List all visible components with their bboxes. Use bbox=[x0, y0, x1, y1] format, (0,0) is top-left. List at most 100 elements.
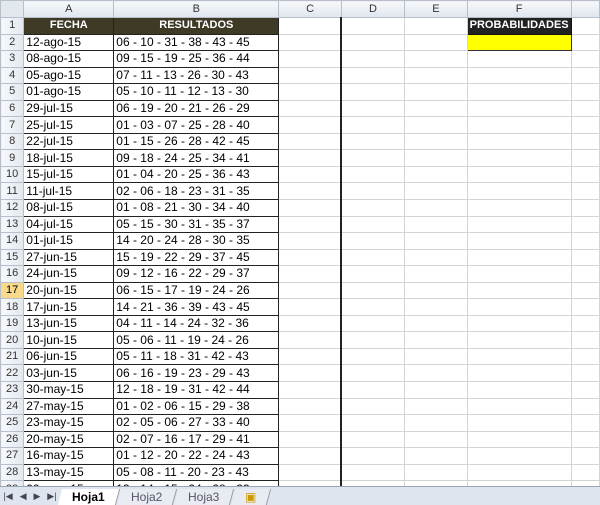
cell[interactable] bbox=[404, 116, 468, 134]
row-header[interactable]: 4 bbox=[0, 66, 25, 85]
fecha-cell[interactable]: 24-jun-15 bbox=[23, 265, 115, 283]
cell[interactable] bbox=[570, 248, 600, 267]
row-header[interactable]: 12 bbox=[0, 199, 25, 217]
fecha-cell[interactable]: 15-jul-15 bbox=[23, 165, 115, 184]
fecha-cell[interactable]: 27-jun-15 bbox=[23, 248, 115, 267]
fecha-cell[interactable]: 08-ago-15 bbox=[23, 50, 115, 68]
resultados-cell[interactable]: 15 - 19 - 22 - 29 - 37 - 45 bbox=[113, 248, 280, 267]
resultados-cell[interactable]: 14 - 21 - 36 - 39 - 43 - 45 bbox=[113, 298, 280, 316]
cell[interactable] bbox=[340, 430, 406, 449]
row-header[interactable]: 20 bbox=[0, 331, 25, 349]
resultados-cell[interactable]: 06 - 10 - 31 - 38 - 43 - 45 bbox=[113, 33, 280, 52]
cell[interactable] bbox=[278, 364, 343, 383]
cell[interactable] bbox=[278, 17, 343, 35]
cell[interactable] bbox=[278, 414, 343, 432]
fecha-cell[interactable]: 05-ago-15 bbox=[23, 66, 115, 85]
cell[interactable] bbox=[340, 215, 406, 234]
resultados-cell[interactable]: 01 - 02 - 06 - 15 - 29 - 38 bbox=[113, 397, 280, 416]
cell[interactable] bbox=[340, 182, 406, 201]
cell[interactable] bbox=[278, 463, 343, 482]
resultados-cell[interactable]: 14 - 20 - 24 - 28 - 30 - 35 bbox=[113, 232, 280, 250]
cell[interactable] bbox=[278, 132, 343, 151]
cell[interactable] bbox=[278, 281, 343, 300]
cell[interactable] bbox=[570, 17, 600, 35]
tab-hoja3[interactable]: Hoja3 bbox=[173, 489, 235, 505]
cell[interactable] bbox=[340, 248, 406, 267]
row-header[interactable]: 3 bbox=[0, 50, 25, 68]
row-header[interactable]: 22 bbox=[0, 364, 25, 383]
cell[interactable] bbox=[570, 232, 600, 250]
cell[interactable] bbox=[466, 215, 572, 234]
resultados-cell[interactable]: 09 - 15 - 19 - 25 - 36 - 44 bbox=[113, 50, 280, 68]
cell[interactable] bbox=[570, 314, 600, 333]
cell[interactable] bbox=[340, 17, 406, 35]
column-header-d[interactable]: D bbox=[340, 0, 406, 18]
cell[interactable] bbox=[404, 381, 468, 399]
cell[interactable] bbox=[570, 414, 600, 432]
cell[interactable] bbox=[404, 33, 468, 52]
cell[interactable] bbox=[466, 314, 572, 333]
cell[interactable] bbox=[278, 66, 343, 85]
cell[interactable] bbox=[570, 265, 600, 283]
fecha-cell[interactable]: 16-may-15 bbox=[23, 447, 115, 465]
cell[interactable] bbox=[570, 381, 600, 399]
resultados-cell[interactable]: 05 - 10 - 11 - 12 - 13 - 30 bbox=[113, 83, 280, 101]
cell[interactable] bbox=[466, 347, 572, 366]
resultados-cell[interactable]: 06 - 15 - 17 - 19 - 24 - 26 bbox=[113, 281, 280, 300]
cell[interactable] bbox=[404, 248, 468, 267]
fecha-cell[interactable]: 06-jun-15 bbox=[23, 347, 115, 366]
resultados-cell[interactable]: 05 - 15 - 30 - 31 - 35 - 37 bbox=[113, 215, 280, 234]
cell[interactable] bbox=[466, 149, 572, 167]
fecha-cell[interactable]: 13-may-15 bbox=[23, 463, 115, 482]
cell[interactable] bbox=[404, 397, 468, 416]
fecha-cell[interactable]: 22-jul-15 bbox=[23, 132, 115, 151]
prev-sheet-icon[interactable]: ◀ bbox=[20, 491, 27, 502]
row-header[interactable]: 28 bbox=[0, 463, 25, 482]
cell[interactable] bbox=[278, 331, 343, 349]
row-header[interactable]: 1 bbox=[0, 17, 25, 35]
cell[interactable] bbox=[466, 50, 572, 68]
cell[interactable] bbox=[340, 116, 406, 134]
cell[interactable] bbox=[466, 414, 572, 432]
cell[interactable] bbox=[340, 83, 406, 101]
cell[interactable] bbox=[404, 132, 468, 151]
cell[interactable] bbox=[570, 281, 600, 300]
next-sheet-icon[interactable]: ▶ bbox=[33, 491, 40, 502]
resultados-cell[interactable]: 09 - 12 - 16 - 22 - 29 - 37 bbox=[113, 265, 280, 283]
cell[interactable] bbox=[404, 281, 468, 300]
cell[interactable] bbox=[278, 182, 343, 201]
probabilidades-header-cell[interactable]: PROBABILIDADES bbox=[466, 17, 572, 35]
cell[interactable] bbox=[278, 314, 343, 333]
row-header[interactable]: 27 bbox=[0, 447, 25, 465]
cell[interactable] bbox=[466, 182, 572, 201]
row-header[interactable]: 26 bbox=[0, 430, 25, 449]
cell[interactable] bbox=[340, 165, 406, 184]
cell[interactable] bbox=[404, 298, 468, 316]
cell[interactable] bbox=[570, 83, 600, 101]
cell[interactable] bbox=[404, 414, 468, 432]
cell[interactable] bbox=[466, 199, 572, 217]
cell[interactable] bbox=[278, 397, 343, 416]
cell[interactable] bbox=[340, 463, 406, 482]
cell[interactable] bbox=[570, 50, 600, 68]
cell[interactable] bbox=[278, 265, 343, 283]
cell[interactable] bbox=[570, 33, 600, 52]
cell[interactable] bbox=[466, 83, 572, 101]
resultados-cell[interactable]: 02 - 07 - 16 - 17 - 29 - 41 bbox=[113, 430, 280, 449]
cell[interactable] bbox=[404, 331, 468, 349]
cell[interactable] bbox=[466, 165, 572, 184]
cell[interactable] bbox=[340, 66, 406, 85]
cell[interactable] bbox=[404, 447, 468, 465]
cell[interactable] bbox=[570, 397, 600, 416]
cell[interactable] bbox=[570, 364, 600, 383]
cell[interactable] bbox=[404, 347, 468, 366]
cell[interactable] bbox=[278, 248, 343, 267]
cell[interactable] bbox=[340, 199, 406, 217]
cell[interactable] bbox=[404, 199, 468, 217]
fecha-cell[interactable]: 10-jun-15 bbox=[23, 331, 115, 349]
cell[interactable] bbox=[570, 447, 600, 465]
cell[interactable] bbox=[466, 66, 572, 85]
fecha-cell[interactable]: 25-jul-15 bbox=[23, 116, 115, 134]
cell[interactable] bbox=[278, 165, 343, 184]
fecha-cell[interactable]: 01-jul-15 bbox=[23, 232, 115, 250]
